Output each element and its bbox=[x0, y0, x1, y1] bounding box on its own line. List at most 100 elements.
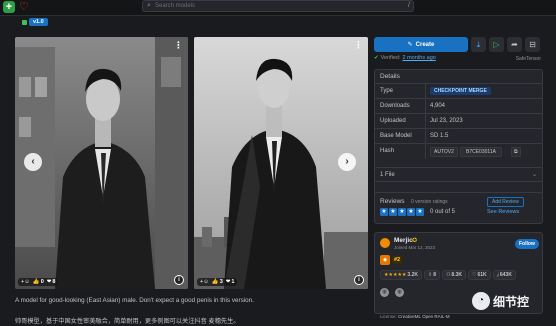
heart-reaction[interactable]: ❤ 8 bbox=[47, 279, 56, 285]
globe-icon[interactable]: ◍ bbox=[380, 288, 389, 297]
add-icon[interactable]: + bbox=[3, 1, 15, 13]
add-reaction-icon[interactable]: +☺ bbox=[21, 279, 30, 285]
download-button[interactable]: ⤓ bbox=[471, 37, 486, 52]
rank-icon: ◆ bbox=[380, 255, 390, 265]
detail-key: Downloads bbox=[380, 103, 410, 109]
detail-row-type: Type CHECKPOINT MERGE bbox=[375, 84, 542, 99]
download-icon: ⤓ bbox=[496, 272, 499, 278]
version-badge[interactable]: v1.0 bbox=[22, 18, 48, 26]
detail-key: Type bbox=[380, 88, 394, 94]
create-label: Create bbox=[415, 41, 435, 48]
divider bbox=[425, 129, 426, 143]
version-label: v1.0 bbox=[29, 18, 48, 26]
star-icon: ★ bbox=[389, 208, 397, 216]
medal-icon: ✪ bbox=[412, 238, 418, 244]
license-link[interactable]: CreativeML Open RAIL-M bbox=[398, 314, 450, 319]
more-options-icon[interactable]: ⋮ bbox=[174, 40, 183, 51]
likes-stat: ♡ 61K bbox=[467, 270, 491, 280]
author-rank: ◆ #2 bbox=[380, 255, 403, 265]
author-stats: ★★★★★ 3.2K ⇪ 8 ⚇ 8.3K ♡ 61K ⤓ 643K bbox=[380, 270, 516, 280]
top-bar: + ♡ ⌕ Search models / bbox=[0, 0, 556, 16]
star-rating: ★ ★ ★ ★ ★ bbox=[380, 208, 424, 216]
details-header[interactable]: Details bbox=[375, 70, 542, 84]
gallery-next-button[interactable]: › bbox=[338, 153, 356, 171]
followers-count: 8.3K bbox=[451, 272, 462, 278]
like-reaction[interactable]: 👍 0 bbox=[33, 279, 44, 285]
heart-reaction[interactable]: ❤ 1 bbox=[226, 279, 235, 285]
uploads-count: 8 bbox=[433, 272, 436, 278]
detail-value: 4,904 bbox=[430, 103, 446, 109]
detail-key: Uploaded bbox=[380, 118, 406, 124]
detail-value: Jul 23, 2023 bbox=[430, 118, 463, 124]
create-button[interactable]: ✎ Create bbox=[374, 37, 468, 52]
star-icon: ★ bbox=[416, 208, 424, 216]
detail-row-base-model: Base Model SD 1.5 bbox=[375, 129, 542, 144]
search-shortcut: / bbox=[408, 2, 410, 9]
share-button[interactable]: ➦ bbox=[507, 37, 522, 52]
like-count: 3 bbox=[219, 279, 223, 285]
upload-icon: ⇪ bbox=[427, 272, 433, 278]
detail-key: Hash bbox=[380, 148, 395, 154]
like-reaction[interactable]: 👍 3 bbox=[212, 279, 223, 285]
star-icon: ★★★★★ bbox=[384, 272, 407, 278]
detail-key: Base Model bbox=[380, 133, 412, 139]
more-options-icon[interactable]: ⋮ bbox=[354, 40, 363, 51]
info-icon[interactable]: i bbox=[354, 275, 364, 285]
hash-algo-select[interactable]: AUTOV2 bbox=[430, 147, 458, 157]
reviews-panel: Reviews 0 version ratings ★ ★ ★ ★ ★ 0 ou… bbox=[374, 192, 543, 224]
version-flag-icon bbox=[22, 19, 27, 25]
likes-count: 61K bbox=[477, 272, 487, 278]
search-input[interactable]: ⌕ Search models / bbox=[142, 0, 414, 12]
joined-date: Joined Mar 12, 2023 bbox=[394, 245, 436, 250]
heart-icon: ♡ bbox=[471, 272, 477, 278]
divider bbox=[425, 144, 426, 159]
detail-row-downloads: Downloads 4,904 bbox=[375, 99, 542, 114]
downloads-count: 643K bbox=[499, 272, 512, 278]
info-icon[interactable]: i bbox=[174, 275, 184, 285]
like-count: 0 bbox=[40, 279, 44, 285]
heart-count: 1 bbox=[231, 279, 235, 285]
users-icon: ⚇ bbox=[445, 272, 451, 278]
play-icon: ▷ bbox=[493, 40, 500, 49]
reviews-count: 0 version ratings bbox=[411, 199, 448, 205]
heart-icon[interactable]: ♡ bbox=[19, 0, 29, 13]
rank-value: #2 bbox=[392, 256, 403, 264]
play-button[interactable]: ▷ bbox=[489, 37, 504, 52]
files-accordion[interactable]: 1 File ⌄ bbox=[374, 167, 543, 182]
social-links: ◍ ◍ bbox=[380, 288, 404, 297]
gallery-prev-button[interactable]: ‹ bbox=[24, 153, 42, 171]
wechat-icon: ◔ bbox=[472, 292, 490, 310]
follow-button[interactable]: Follow bbox=[515, 239, 539, 249]
copy-icon[interactable]: ⧉ bbox=[511, 147, 521, 157]
description-english: A model for good-looking (East Asian) ma… bbox=[15, 297, 254, 304]
search-icon: ⌕ bbox=[147, 2, 151, 9]
heart-count: 8 bbox=[52, 279, 56, 285]
author-name[interactable]: Merjic bbox=[394, 237, 413, 244]
downloads-stat: ⤓ 643K bbox=[492, 270, 516, 280]
license-prefix: License: bbox=[380, 314, 397, 319]
add-reaction-icon[interactable]: +☺ bbox=[200, 279, 209, 285]
brush-icon: ✎ bbox=[407, 42, 413, 48]
image-gallery: ⋮ +☺ 👍 0 ❤ 8 i ⋮ +☺ 👍 3 ❤ 1 i ‹ › bbox=[15, 37, 368, 289]
verified-date-link[interactable]: 2 months ago bbox=[402, 55, 435, 61]
license-line: License: CreativeML Open RAIL-M bbox=[380, 314, 450, 319]
share-icon: ➦ bbox=[511, 40, 518, 49]
star-icon: ★ bbox=[407, 208, 415, 216]
link-icon[interactable]: ◍ bbox=[395, 288, 404, 297]
check-icon: ✔ bbox=[374, 55, 379, 61]
bookmark-button[interactable]: ⊟ bbox=[525, 37, 540, 52]
avatar[interactable] bbox=[380, 238, 390, 248]
add-review-button[interactable]: Add Review bbox=[487, 197, 524, 207]
detail-row-hash: Hash AUTOV2 B7CE03011A ⧉ bbox=[375, 144, 542, 159]
followers-stat: ⚇ 8.3K bbox=[441, 270, 466, 280]
divider bbox=[425, 84, 426, 98]
rating-stat: ★★★★★ 3.2K bbox=[380, 270, 422, 280]
safetensor-label: SafeTensor bbox=[515, 56, 541, 62]
hash-value[interactable]: B7CE03011A bbox=[460, 147, 502, 157]
image-reactions: +☺ 👍 3 ❤ 1 bbox=[197, 278, 238, 286]
star-icon: ★ bbox=[380, 208, 388, 216]
verified-label: Verified: bbox=[380, 55, 401, 61]
files-label: 1 File bbox=[380, 172, 395, 178]
see-reviews-link[interactable]: See Reviews bbox=[487, 209, 519, 215]
divider bbox=[425, 114, 426, 128]
